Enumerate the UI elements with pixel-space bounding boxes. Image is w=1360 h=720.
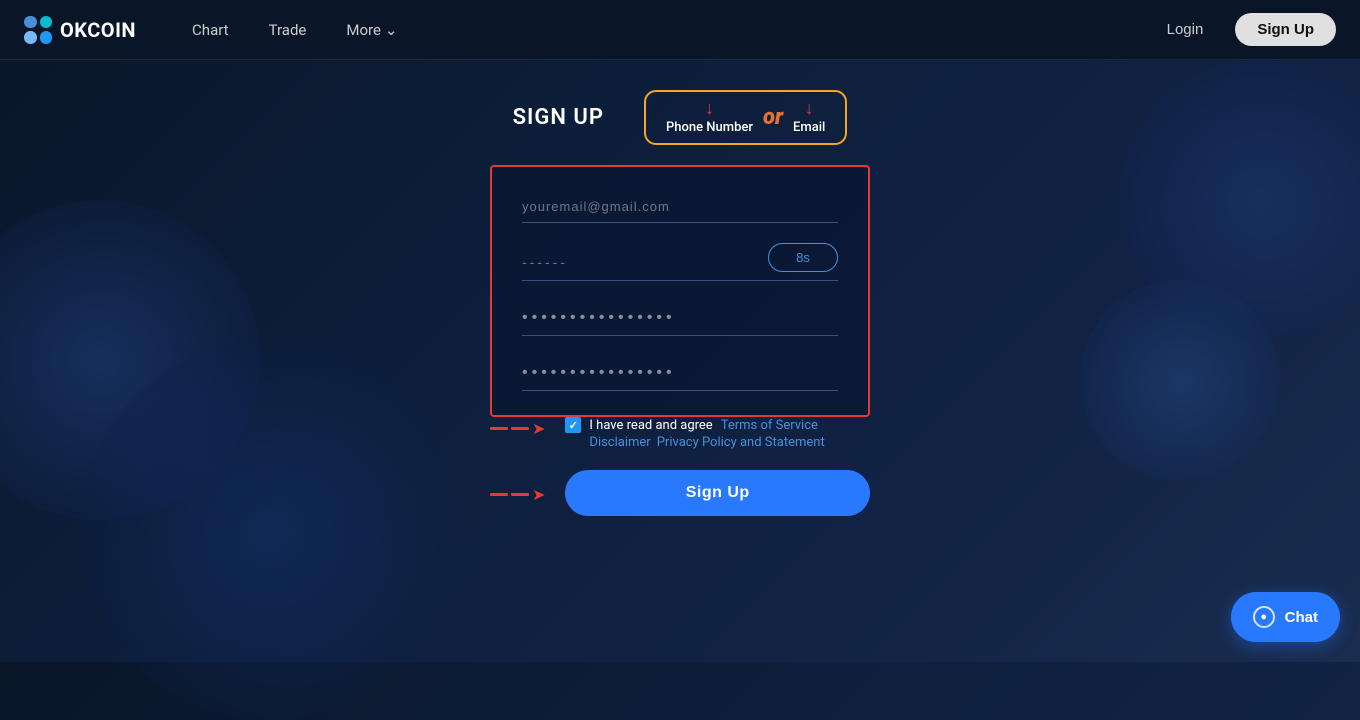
terms-content: ✓ I have read and agree Terms of Service… bbox=[565, 417, 824, 450]
signup-nav-button[interactable]: Sign Up bbox=[1235, 13, 1336, 46]
signup-arrow-indicators: ➤ bbox=[490, 485, 545, 504]
email-tab-label: Email bbox=[793, 120, 825, 135]
login-button[interactable]: Login bbox=[1151, 13, 1220, 46]
verification-code-row: 8s bbox=[522, 243, 838, 281]
privacy-link[interactable]: Privacy Policy and Statement bbox=[657, 435, 825, 450]
nav-item-more[interactable]: More ⌄ bbox=[330, 13, 413, 47]
code-input[interactable] bbox=[522, 246, 758, 270]
terms-line: ✓ I have read and agree Terms of Service bbox=[565, 417, 824, 433]
terms-agree-text: I have read and agree bbox=[589, 418, 712, 433]
arrow-dashes-1: ➤ bbox=[490, 419, 545, 438]
phone-tab[interactable]: ↓ Phone Number bbox=[666, 100, 753, 135]
chat-icon: ● bbox=[1253, 606, 1275, 628]
nav-item-trade[interactable]: Trade bbox=[253, 13, 323, 47]
signup-title: SIGN UP bbox=[513, 105, 604, 130]
logo-icon bbox=[24, 16, 52, 44]
password-field-wrapper bbox=[522, 301, 838, 336]
navbar-actions: Login Sign Up bbox=[1151, 13, 1336, 46]
phone-arrow-icon: ↓ bbox=[705, 100, 714, 118]
chevron-down-icon: ⌄ bbox=[385, 21, 398, 39]
phone-tab-label: Phone Number bbox=[666, 120, 753, 135]
brand-name: OKCOIN bbox=[60, 18, 136, 42]
nav-menu: Chart Trade More ⌄ bbox=[176, 13, 1151, 47]
tab-selector-area: SIGN UP ↓ Phone Number or ↓ Email bbox=[513, 90, 848, 145]
or-text: or bbox=[763, 105, 783, 130]
password-input[interactable] bbox=[522, 301, 838, 327]
confirm-password-input[interactable] bbox=[522, 356, 838, 382]
email-input[interactable] bbox=[522, 191, 838, 223]
signup-right-arrow-icon: ➤ bbox=[532, 485, 545, 504]
signup-button-row: ➤ Sign Up bbox=[490, 470, 870, 516]
terms-checkbox[interactable]: ✓ bbox=[565, 417, 581, 433]
disclaimer-link[interactable]: Disclaimer bbox=[589, 435, 650, 450]
terms-links-row: Disclaimer Privacy Policy and Statement bbox=[589, 435, 824, 450]
send-code-button[interactable]: 8s bbox=[768, 243, 838, 272]
chat-label: Chat bbox=[1285, 609, 1318, 626]
nav-item-chart[interactable]: Chart bbox=[176, 13, 245, 47]
email-field-wrapper bbox=[522, 191, 838, 223]
terms-of-service-link[interactable]: Terms of Service bbox=[721, 418, 818, 433]
email-tab[interactable]: ↓ Email bbox=[793, 100, 825, 135]
or-badge[interactable]: ↓ Phone Number or ↓ Email bbox=[644, 90, 847, 145]
navbar: OKCOIN Chart Trade More ⌄ Login Sign Up bbox=[0, 0, 1360, 60]
terms-arrow-indicators: ➤ bbox=[490, 419, 545, 438]
signup-button[interactable]: Sign Up bbox=[565, 470, 870, 516]
confirm-password-field-wrapper bbox=[522, 356, 838, 391]
main-content: SIGN UP ↓ Phone Number or ↓ Email 8s bbox=[0, 60, 1360, 516]
brand-logo[interactable]: OKCOIN bbox=[24, 16, 136, 44]
email-arrow-icon: ↓ bbox=[805, 100, 814, 118]
signup-arrow-dashes: ➤ bbox=[490, 485, 545, 504]
signup-form: 8s bbox=[490, 165, 870, 417]
right-arrow-icon: ➤ bbox=[532, 419, 545, 438]
terms-row: ➤ ✓ I have read and agree Terms of Servi… bbox=[490, 417, 870, 450]
chat-button[interactable]: ● Chat bbox=[1231, 592, 1340, 642]
checkmark-icon: ✓ bbox=[569, 419, 578, 432]
